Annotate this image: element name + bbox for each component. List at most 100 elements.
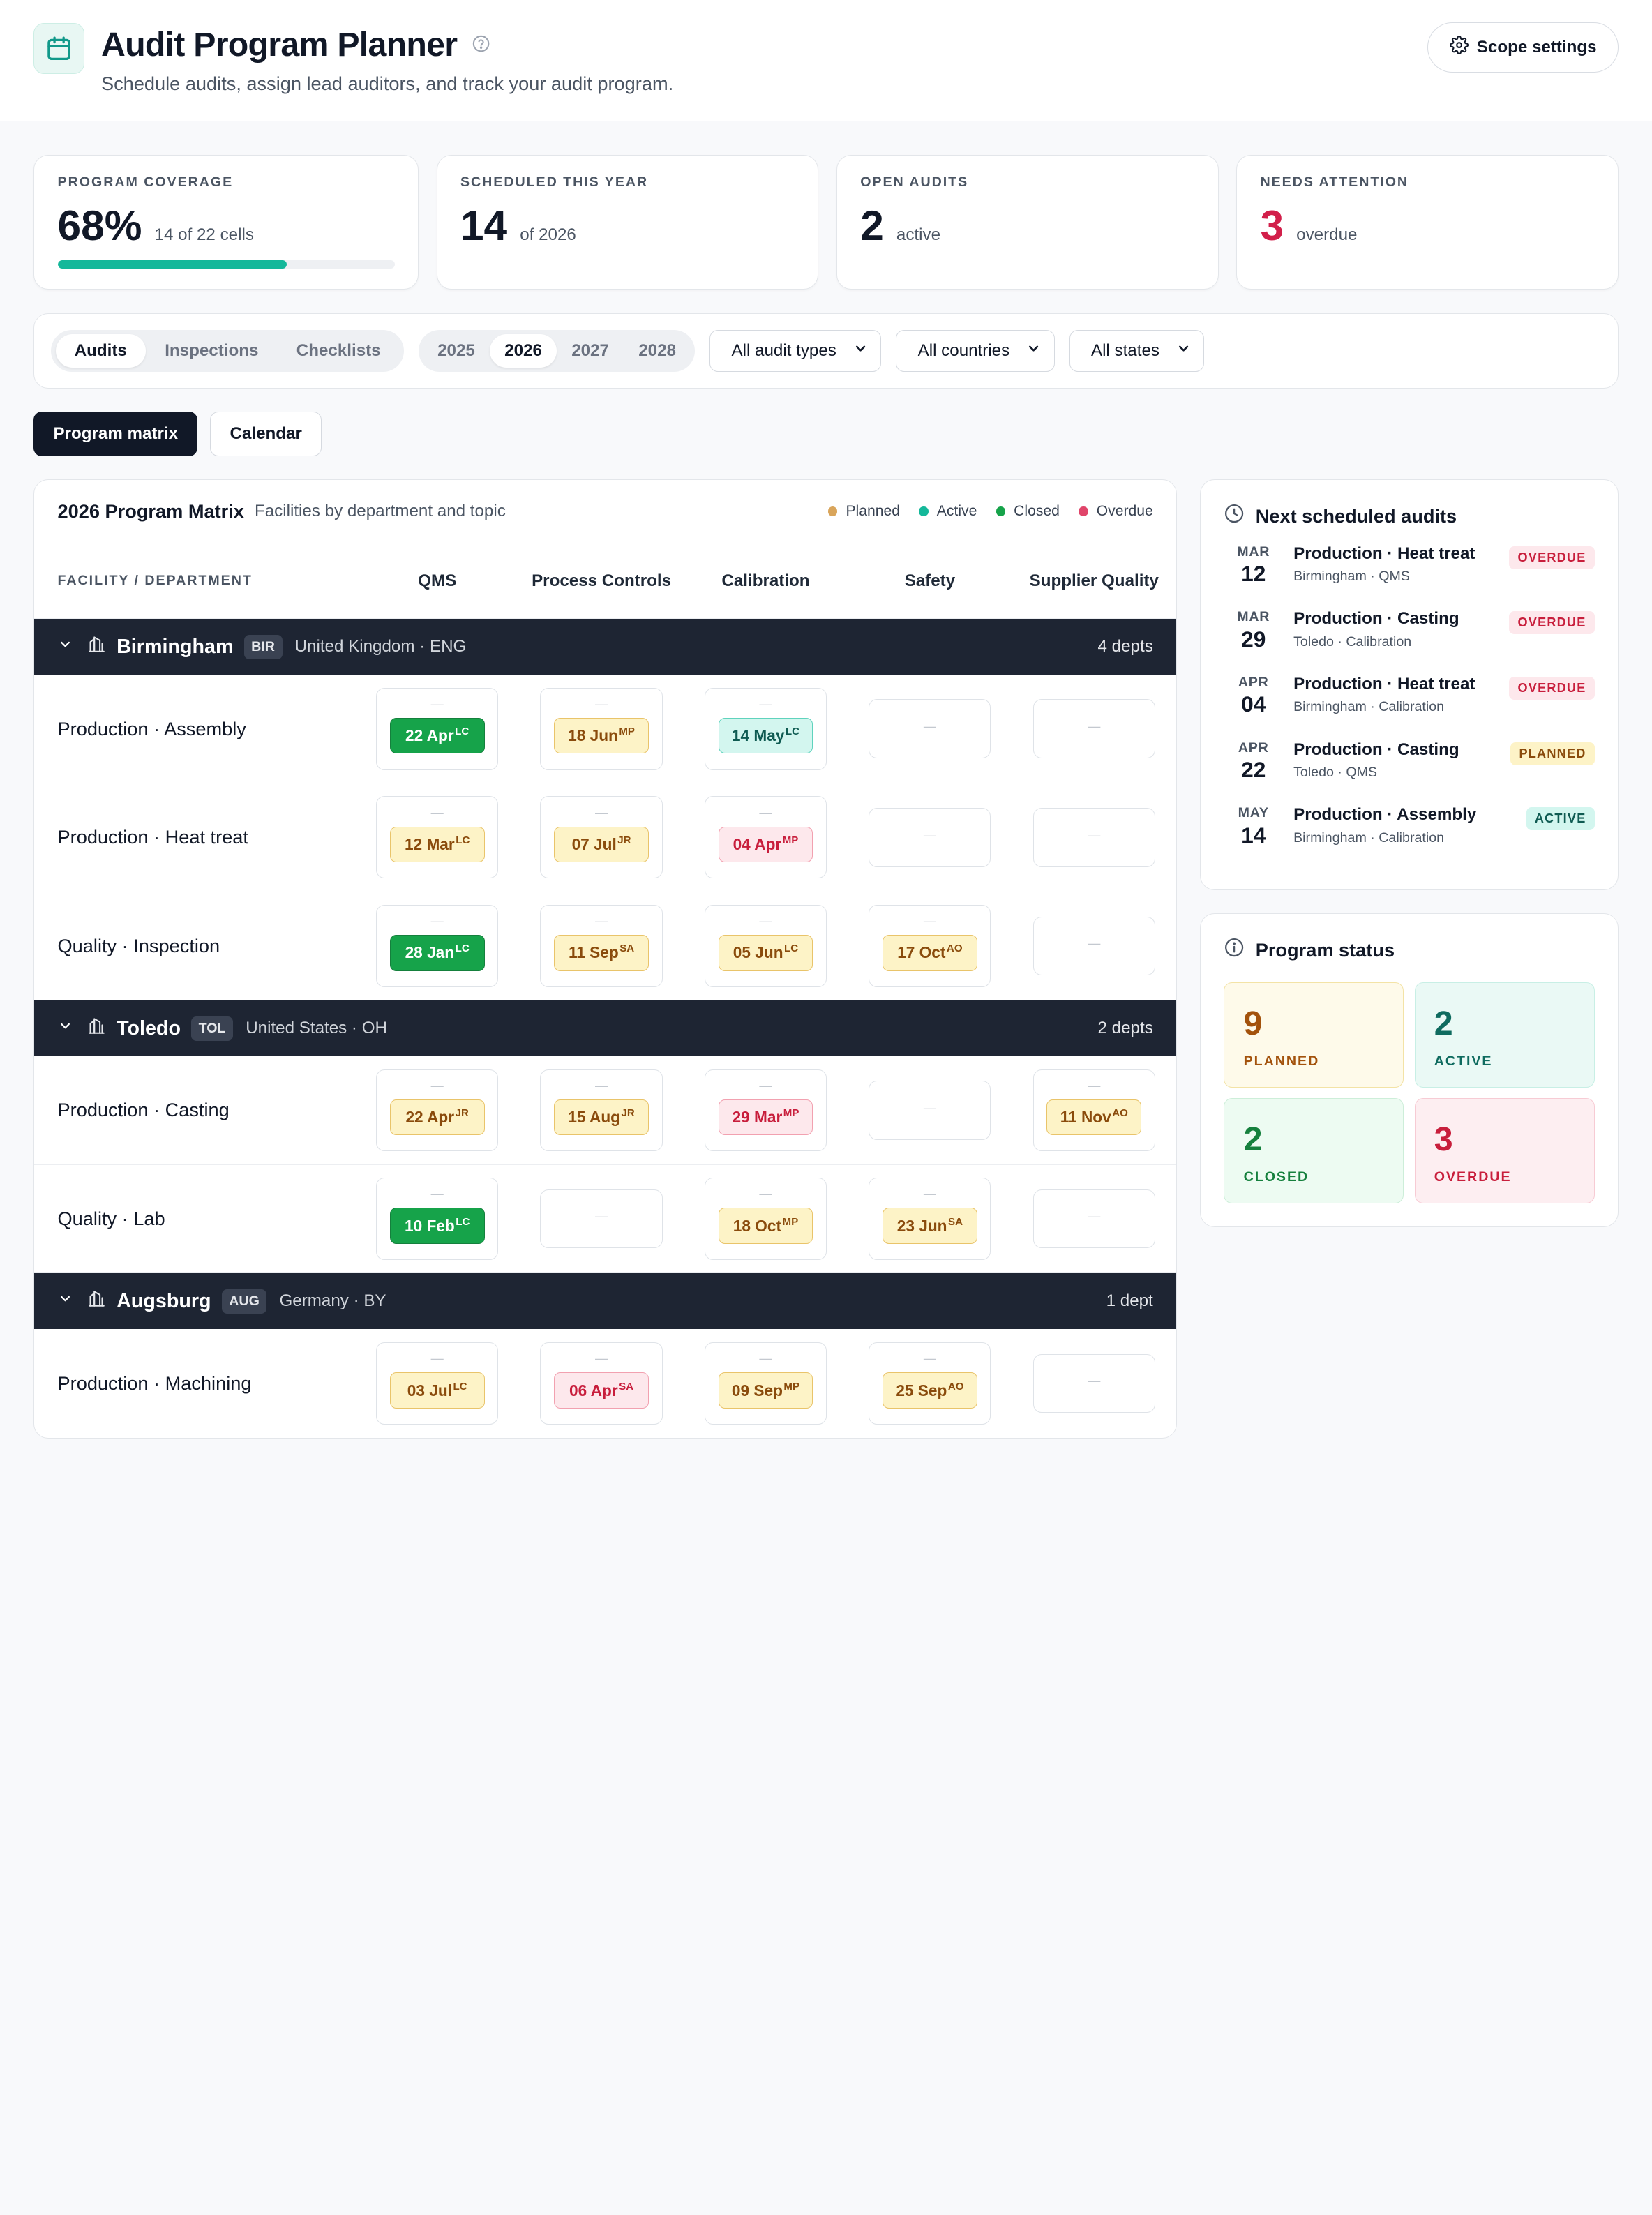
tab-audits[interactable]: Audits bbox=[55, 333, 147, 368]
matrix-cell[interactable]: — 06 Apr SA bbox=[540, 1342, 663, 1425]
matrix-cell[interactable]: — 10 Feb LC bbox=[376, 1178, 499, 1260]
matrix-cell[interactable]: — 17 Oct AO bbox=[869, 904, 991, 987]
year-2026[interactable]: 2026 bbox=[490, 333, 557, 368]
audit-chip-planned[interactable]: 25 Sep AO bbox=[882, 1372, 977, 1409]
matrix-cell[interactable]: — 11 Nov AO bbox=[1032, 1069, 1155, 1152]
facility-row-toledo[interactable]: Toledo TOL United States · OH 2 depts bbox=[34, 1000, 1176, 1057]
year-2025[interactable]: 2025 bbox=[423, 334, 490, 368]
audit-chip-closed[interactable]: 10 Feb LC bbox=[389, 1208, 485, 1244]
next-audit-item[interactable]: MAR 12 Production · Heat treat Birmingham ·… bbox=[1224, 540, 1595, 606]
audit-chip-overdue[interactable]: 29 Mar MP bbox=[718, 1099, 813, 1136]
audit-chip-planned[interactable]: 09 Sep MP bbox=[718, 1372, 813, 1409]
facility-name: Birmingham bbox=[117, 635, 234, 658]
matrix-cell-empty[interactable]: — bbox=[1032, 1353, 1155, 1413]
calendar-button[interactable]: Calendar bbox=[210, 412, 322, 456]
matrix-cell[interactable]: — 18 Oct MP bbox=[704, 1178, 827, 1260]
matrix-cell[interactable]: — 22 Apr JR bbox=[376, 1069, 499, 1152]
next-audit-item[interactable]: MAY 14 Production · Assembly Birmingham · C… bbox=[1224, 801, 1595, 866]
program-status-grid: 9 PLANNED 2 ACTIVE 2 CLOSED 3 OVERDUE bbox=[1224, 982, 1595, 1203]
matrix-cell-empty[interactable]: — bbox=[869, 699, 991, 759]
auditor-initials: AO bbox=[947, 1380, 964, 1392]
status-count: 2 bbox=[1434, 1005, 1453, 1042]
facility-row-birmingham[interactable]: Birmingham BIR United Kingdom · ENG 4 depts bbox=[34, 619, 1176, 675]
cell-empty-mark: — bbox=[759, 914, 772, 929]
tab-inspections[interactable]: Inspections bbox=[146, 334, 278, 368]
matrix-cell-wrap: — bbox=[848, 699, 1012, 759]
matrix-cell-empty[interactable]: — bbox=[540, 1189, 663, 1249]
matrix-cell[interactable]: — 03 Jul LC bbox=[376, 1342, 499, 1425]
matrix-cell[interactable]: — 28 Jan LC bbox=[376, 904, 499, 987]
country-select[interactable]: All countries bbox=[896, 329, 1055, 373]
matrix-cell[interactable]: — 22 Apr LC bbox=[376, 687, 499, 770]
audit-chip-planned[interactable]: 03 Jul LC bbox=[389, 1372, 485, 1409]
audit-chip-active[interactable]: 14 May LC bbox=[718, 718, 813, 754]
matrix-cell-empty[interactable]: — bbox=[1032, 1189, 1155, 1249]
chevron-down-icon[interactable] bbox=[58, 637, 73, 656]
status-card-overdue[interactable]: 3 OVERDUE bbox=[1414, 1097, 1595, 1203]
matrix-cell-empty[interactable]: — bbox=[869, 808, 991, 867]
audit-chip-overdue[interactable]: 04 Apr MP bbox=[718, 826, 813, 863]
audit-chip-planned[interactable]: 22 Apr JR bbox=[389, 1099, 485, 1136]
audit-type-select[interactable]: All audit types bbox=[709, 329, 882, 373]
audit-chip-planned[interactable]: 17 Oct AO bbox=[882, 935, 977, 971]
legend-label: Closed bbox=[1014, 502, 1060, 519]
status-card-closed[interactable]: 2 CLOSED bbox=[1224, 1097, 1404, 1203]
matrix-cell[interactable]: — 05 Jun LC bbox=[704, 904, 827, 987]
year-2027[interactable]: 2027 bbox=[557, 334, 624, 368]
matrix-cell-empty[interactable]: — bbox=[1032, 699, 1155, 759]
program-matrix-button[interactable]: Program matrix bbox=[33, 412, 198, 456]
status-card-planned[interactable]: 9 PLANNED bbox=[1224, 982, 1404, 1088]
audit-date: 07 Jul bbox=[571, 834, 617, 853]
tab-checklists[interactable]: Checklists bbox=[278, 334, 400, 368]
cell-empty-mark: — bbox=[595, 1078, 608, 1093]
matrix-cell[interactable]: — 15 Aug JR bbox=[540, 1069, 663, 1152]
chevron-down-icon[interactable] bbox=[58, 1019, 73, 1038]
matrix-cell[interactable]: — 11 Sep SA bbox=[540, 904, 663, 987]
auditor-initials: SA bbox=[948, 1215, 963, 1228]
audit-chip-planned[interactable]: 18 Oct MP bbox=[718, 1208, 813, 1244]
department-name: Quality · Lab bbox=[57, 1207, 165, 1229]
matrix-cell-wrap: — 14 May LC bbox=[684, 687, 848, 770]
audit-chip-planned[interactable]: 05 Jun LC bbox=[718, 935, 813, 971]
help-icon[interactable] bbox=[472, 34, 490, 58]
status-card-active[interactable]: 2 ACTIVE bbox=[1414, 982, 1595, 1088]
audit-chip-overdue[interactable]: 06 Apr SA bbox=[554, 1372, 649, 1409]
matrix-cell-empty[interactable]: — bbox=[1032, 916, 1155, 976]
audit-chip-closed[interactable]: 28 Jan LC bbox=[389, 935, 485, 971]
audit-chip-planned[interactable]: 18 Jun MP bbox=[554, 718, 649, 754]
department-row: Production · Heat treat — 12 Mar LC — 07 Jul J… bbox=[34, 783, 1176, 892]
matrix-cell[interactable]: — 29 Mar MP bbox=[704, 1069, 827, 1152]
audit-chip-planned[interactable]: 15 Aug JR bbox=[554, 1099, 649, 1136]
matrix-cell-empty[interactable]: — bbox=[1032, 808, 1155, 867]
next-audit-info: Production · Assembly Birmingham · Calibr… bbox=[1283, 805, 1526, 846]
matrix-cell[interactable]: — 07 Jul JR bbox=[540, 796, 663, 879]
audit-chip-planned[interactable]: 11 Sep SA bbox=[554, 935, 649, 971]
department-row: Production · Casting —22 Apr JR —15 Aug JR —2… bbox=[34, 1056, 1176, 1165]
year-2028[interactable]: 2028 bbox=[624, 334, 691, 368]
filter-bar: Audits Inspections Checklists 2025 2026 … bbox=[33, 313, 1619, 389]
matrix-cell[interactable]: — 04 Apr MP bbox=[704, 796, 827, 879]
matrix-cell[interactable]: — 14 May LC bbox=[704, 687, 827, 770]
facility-row-augsburg[interactable]: Augsburg AUG Germany · BY 1 dept bbox=[34, 1273, 1176, 1330]
chevron-down-icon[interactable] bbox=[58, 1291, 73, 1311]
matrix-cell[interactable]: — 25 Sep AO bbox=[869, 1342, 991, 1425]
audit-chip-planned[interactable]: 12 Mar LC bbox=[389, 826, 485, 863]
cell-empty-mark: — bbox=[430, 1187, 444, 1201]
cell-empty-mark: — bbox=[1088, 827, 1101, 842]
next-audit-item[interactable]: APR 22 Production · Casting Toledo · QMS PLA… bbox=[1224, 736, 1595, 802]
next-audit-day: 29 bbox=[1241, 626, 1266, 652]
state-select[interactable]: All states bbox=[1069, 329, 1205, 373]
audit-chip-planned[interactable]: 11 Nov AO bbox=[1046, 1099, 1142, 1136]
audit-chip-closed[interactable]: 22 Apr LC bbox=[389, 718, 485, 754]
audit-chip-planned[interactable]: 23 Jun SA bbox=[882, 1208, 977, 1244]
matrix-cell[interactable]: — 18 Jun MP bbox=[540, 687, 663, 770]
next-audit-item[interactable]: APR 04 Production · Heat treat Birmingham ·… bbox=[1224, 670, 1595, 736]
next-audit-item[interactable]: MAR 29 Production · Casting Toledo · Calibr… bbox=[1224, 605, 1595, 670]
matrix-cell[interactable]: — 23 Jun SA bbox=[869, 1178, 991, 1260]
matrix-cell[interactable]: — 09 Sep MP bbox=[704, 1342, 827, 1425]
matrix-cell-empty[interactable]: — bbox=[869, 1081, 991, 1140]
scope-settings-button[interactable]: Scope settings bbox=[1427, 22, 1619, 73]
audit-chip-planned[interactable]: 07 Jul JR bbox=[554, 826, 649, 863]
matrix-cell[interactable]: — 12 Mar LC bbox=[376, 796, 499, 879]
cell-empty-mark: — bbox=[923, 1187, 936, 1201]
